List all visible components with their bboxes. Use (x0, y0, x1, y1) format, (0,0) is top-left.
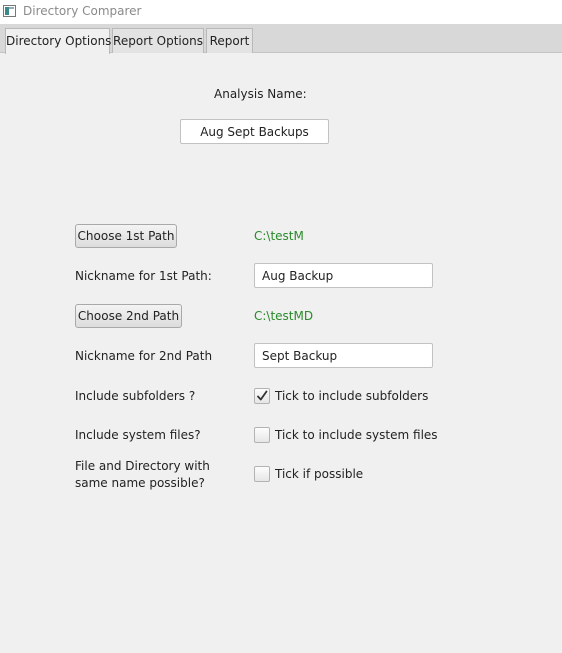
second-path-nickname-label: Nickname for 2nd Path (75, 349, 213, 363)
include-subfolders-label: Include subfolders ? (75, 389, 196, 403)
include-subfolders-checkbox-label[interactable]: Tick to include subfolders (275, 389, 428, 403)
second-path-nickname-input[interactable]: Sept Backup (254, 343, 433, 368)
first-path-nickname-label: Nickname for 1st Path: (75, 269, 212, 283)
tab-label: Report (209, 34, 250, 48)
window-title: Directory Comparer (23, 4, 142, 18)
include-system-files-checkbox-label[interactable]: Tick to include system files (275, 428, 438, 442)
analysis-name-label: Analysis Name: (214, 87, 307, 101)
app-window-icon (3, 5, 16, 17)
analysis-name-input[interactable]: Aug Sept Backups (180, 119, 329, 144)
same-name-possible-checkbox[interactable] (254, 466, 270, 482)
tab-label: Directory Options (6, 34, 112, 48)
choose-first-path-button[interactable]: Choose 1st Path (75, 224, 177, 248)
include-system-files-label: Include system files? (75, 428, 201, 442)
tab-directory-options[interactable]: Directory Options (5, 28, 112, 54)
tab-report[interactable]: Report (206, 28, 253, 53)
title-bar: Directory Comparer (0, 0, 562, 24)
choose-second-path-button[interactable]: Choose 2nd Path (75, 304, 182, 328)
second-path-value: C:\testMD (254, 309, 314, 323)
tab-report-options[interactable]: Report Options (112, 28, 204, 53)
tab-bar: Directory Options Report Options Report (0, 24, 562, 54)
include-system-files-checkbox[interactable] (254, 427, 270, 443)
same-name-possible-checkbox-label[interactable]: Tick if possible (275, 467, 363, 481)
same-name-possible-label: File and Directory with same name possib… (75, 459, 210, 490)
first-path-nickname-input[interactable]: Aug Backup (254, 263, 433, 288)
app-window: Directory Comparer Directory Options Rep… (0, 0, 562, 653)
tab-label: Report Options (113, 34, 203, 48)
checkmark-icon (257, 390, 268, 401)
first-path-value: C:\testM (254, 229, 304, 243)
include-subfolders-checkbox[interactable] (254, 388, 270, 404)
